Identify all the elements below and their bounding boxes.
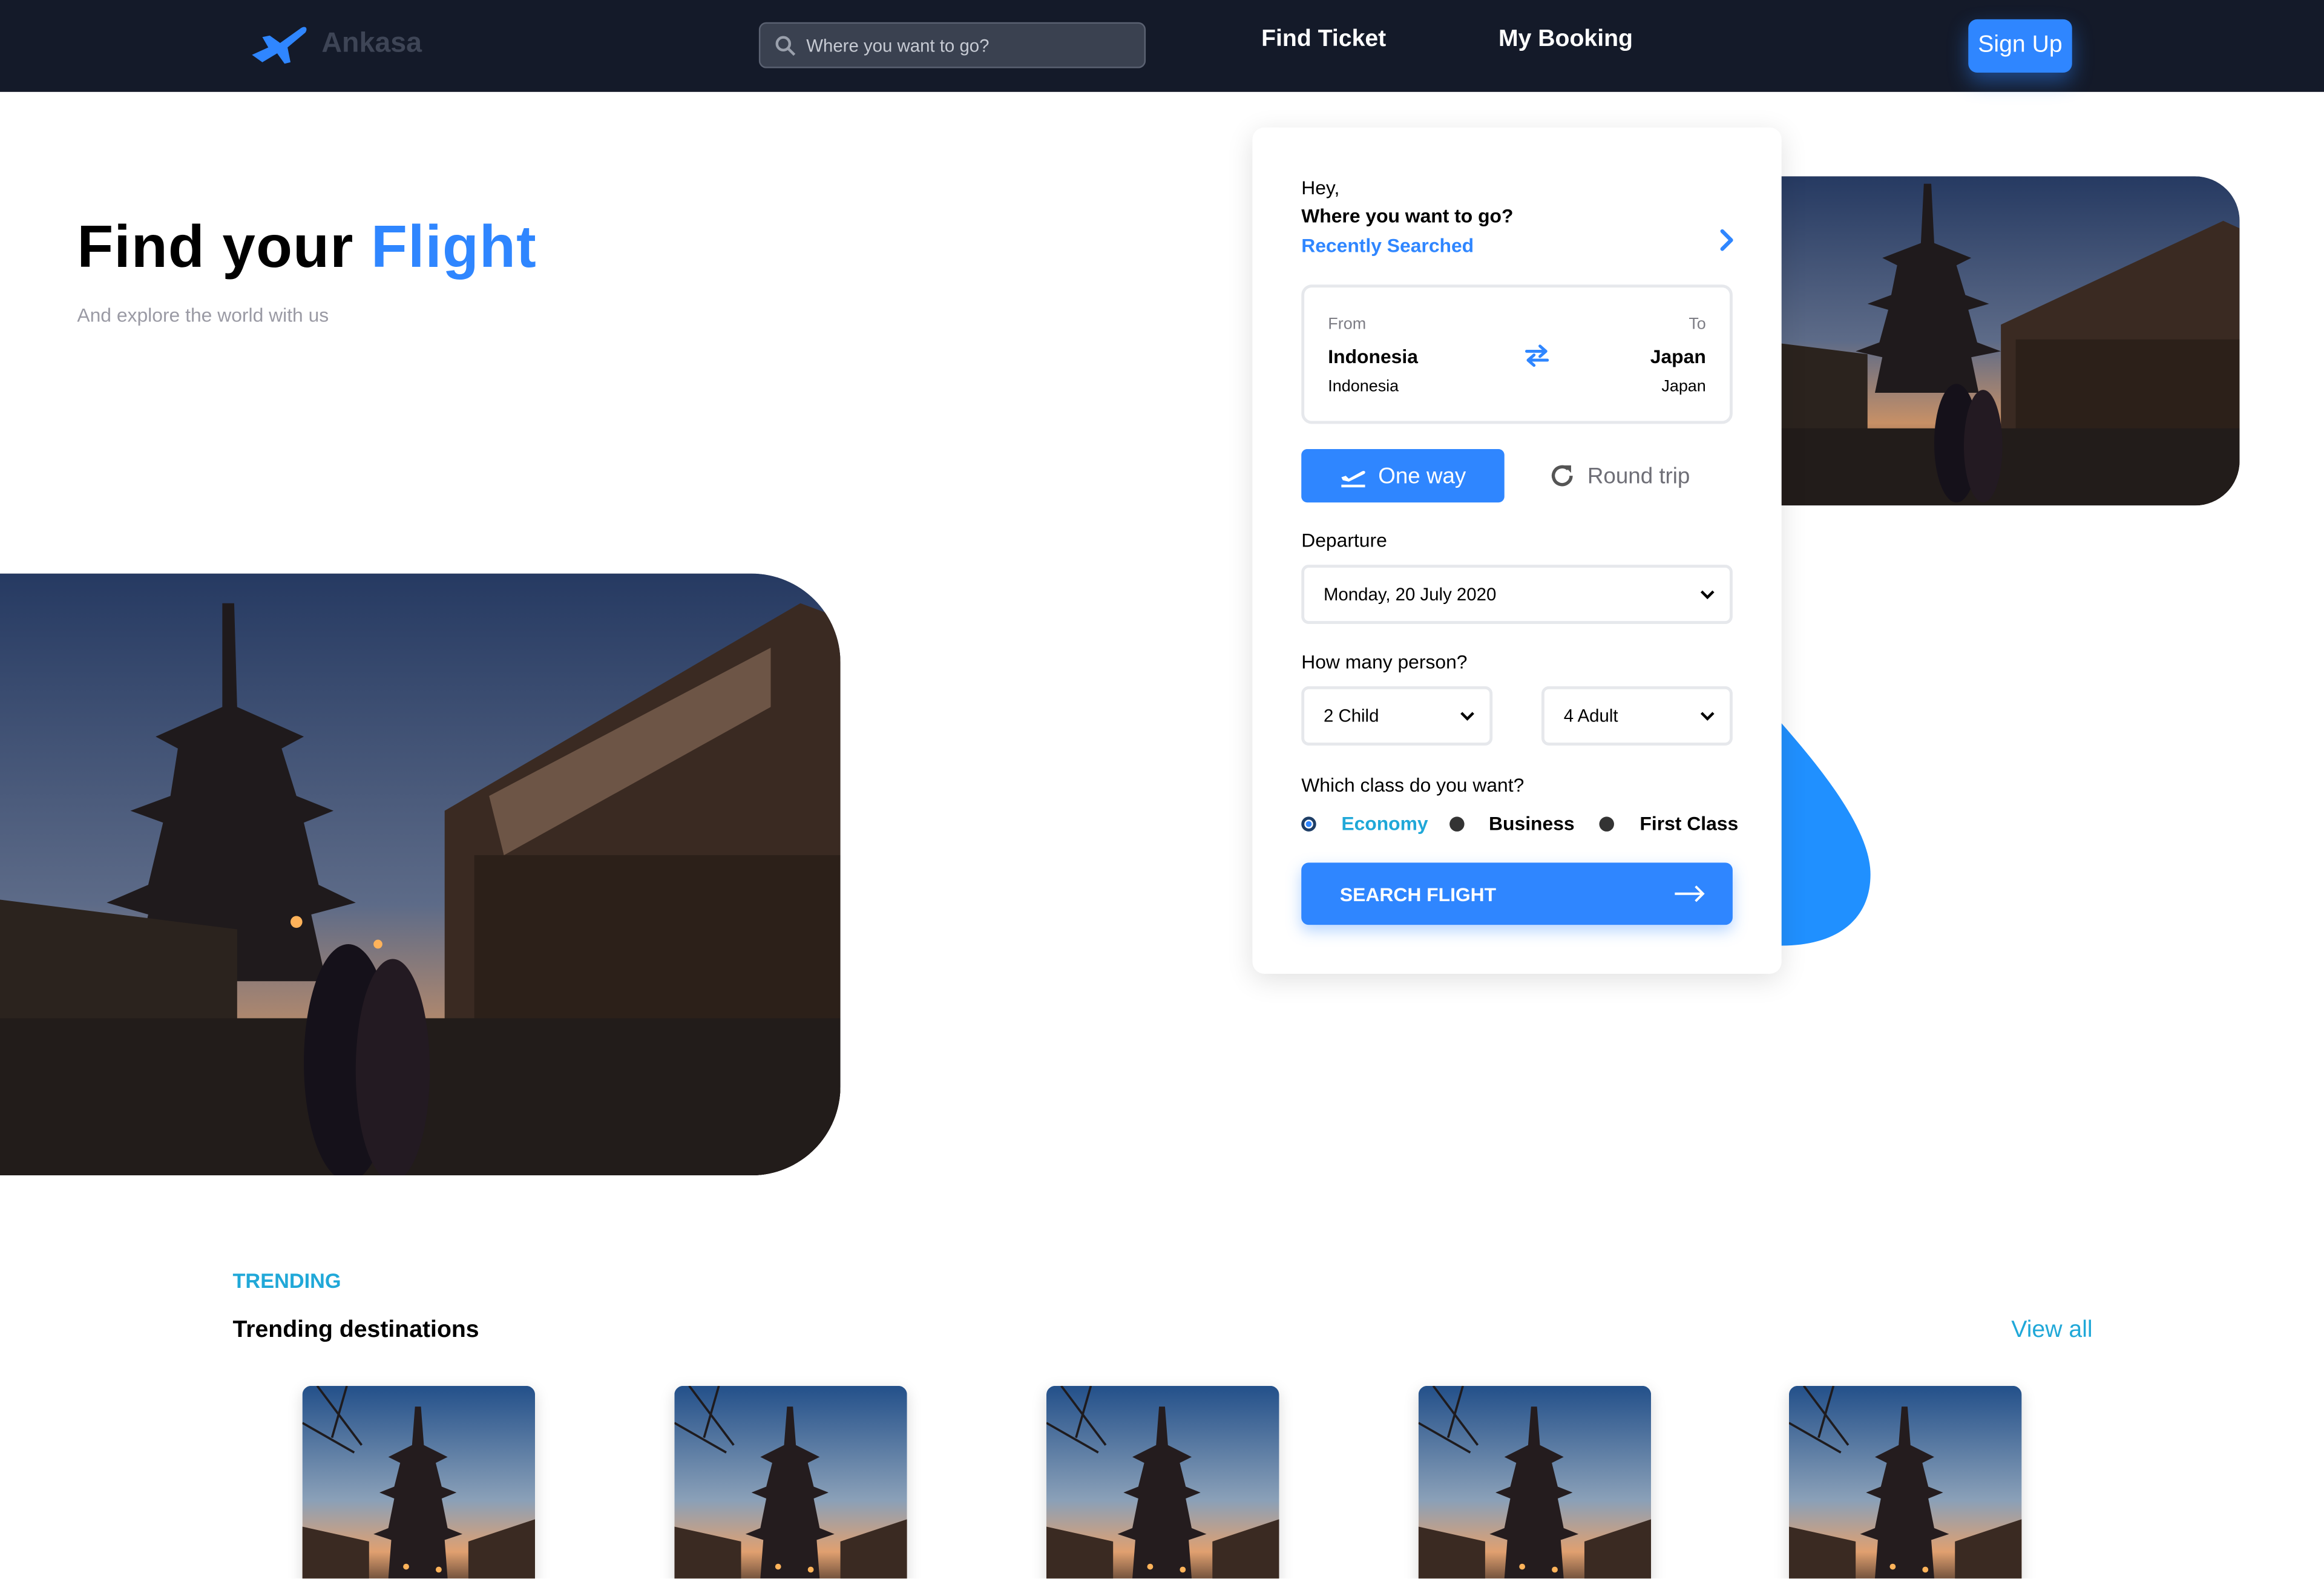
hero-subtitle: And explore the world with us xyxy=(77,304,329,326)
destination-photo xyxy=(302,1385,536,1579)
departure-value: Monday, 20 July 2020 xyxy=(1323,583,1497,605)
arrow-right-icon xyxy=(1675,885,1705,902)
hero-title-prefix: Find your xyxy=(77,215,372,280)
destination-card[interactable] xyxy=(1418,1385,1652,1579)
kyoto-street-photo xyxy=(0,573,841,1176)
economy-radio[interactable] xyxy=(1301,816,1316,831)
adult-count-select[interactable]: 4 Adult xyxy=(1541,686,1733,746)
first-class-radio[interactable] xyxy=(1600,816,1615,831)
plane-logo-icon xyxy=(252,27,307,64)
nav-find-ticket[interactable]: Find Ticket xyxy=(1261,27,1386,53)
chevron-down-icon xyxy=(1700,589,1715,599)
swap-arrows-icon[interactable] xyxy=(1524,344,1551,367)
sign-up-button[interactable]: Sign Up xyxy=(1968,19,2072,73)
hero-title-accent: Flight xyxy=(371,215,537,280)
departure-select[interactable]: Monday, 20 July 2020 xyxy=(1301,565,1733,625)
hero-title: Find your Flight xyxy=(77,215,537,281)
destination-photo xyxy=(1418,1385,1652,1579)
person-count-label: How many person? xyxy=(1301,651,1468,673)
round-trip-label: Round trip xyxy=(1587,463,1690,488)
class-radio-group: Economy Business First Class xyxy=(1301,812,1738,835)
from-city: Indonesia xyxy=(1328,345,1418,368)
chevron-down-icon xyxy=(1460,711,1474,720)
departure-label: Departure xyxy=(1301,529,1387,552)
from-country: Indonesia xyxy=(1328,378,1399,396)
nav-my-booking[interactable]: My Booking xyxy=(1498,27,1633,53)
destination-photo xyxy=(674,1385,907,1579)
where-question: Where you want to go? xyxy=(1301,204,1514,227)
to-city: Japan xyxy=(1650,345,1706,368)
destination-card[interactable] xyxy=(674,1385,907,1579)
adult-count-value: 4 Adult xyxy=(1563,705,1618,727)
child-count-select[interactable]: 2 Child xyxy=(1301,686,1493,746)
round-trip-button[interactable]: Round trip xyxy=(1549,449,1727,502)
child-count-value: 2 Child xyxy=(1323,705,1379,727)
booking-card: Hey, Where you want to go? Recently Sear… xyxy=(1252,127,1782,974)
destination-card[interactable] xyxy=(302,1385,536,1579)
economy-label[interactable]: Economy xyxy=(1341,812,1428,835)
one-way-label: One way xyxy=(1378,463,1466,488)
trending-kicker: TRENDING xyxy=(232,1269,341,1293)
view-all-link[interactable]: View all xyxy=(2011,1318,2092,1344)
plane-takeoff-icon xyxy=(1341,471,1365,488)
brand-name: Ankasa xyxy=(321,28,422,59)
chevron-down-icon xyxy=(1700,711,1715,720)
business-label[interactable]: Business xyxy=(1489,812,1575,835)
first-class-label[interactable]: First Class xyxy=(1640,812,1738,835)
search-icon xyxy=(775,35,796,55)
top-navbar: Ankasa Find Ticket My Booking Sign Up xyxy=(0,0,2324,92)
business-radio[interactable] xyxy=(1448,816,1464,831)
trending-title: Trending destinations xyxy=(232,1318,479,1343)
search-box[interactable] xyxy=(758,22,1146,68)
destination-card[interactable] xyxy=(1046,1385,1279,1579)
to-country: Japan xyxy=(1661,378,1706,396)
chevron-right-icon[interactable] xyxy=(1716,228,1737,252)
class-label: Which class do you want? xyxy=(1301,773,1525,796)
kyoto-street-photo xyxy=(1748,176,2240,506)
app-root: Ankasa Find Ticket My Booking Sign Up Fi… xyxy=(0,0,2324,1579)
brand-logo[interactable]: Ankasa xyxy=(249,22,422,67)
hero-photo-right xyxy=(1748,176,2240,506)
one-way-button[interactable]: One way xyxy=(1301,449,1505,503)
from-label: From xyxy=(1328,315,1367,334)
recently-searched-link[interactable]: Recently Searched xyxy=(1301,234,1474,257)
to-label: To xyxy=(1689,315,1706,334)
search-flight-button[interactable]: SEARCH FLIGHT xyxy=(1301,862,1733,925)
destination-card[interactable] xyxy=(1788,1385,2022,1579)
destination-photo xyxy=(1046,1385,1279,1579)
hero-photo-left xyxy=(0,573,841,1176)
refresh-icon xyxy=(1551,465,1573,487)
search-input[interactable] xyxy=(806,34,1118,56)
destination-photo xyxy=(1788,1385,2022,1579)
search-flight-label: SEARCH FLIGHT xyxy=(1339,882,1497,905)
greeting-text: Hey, xyxy=(1301,176,1340,199)
route-selector[interactable]: From To Indonesia Japan Indonesia Japan xyxy=(1301,284,1733,424)
